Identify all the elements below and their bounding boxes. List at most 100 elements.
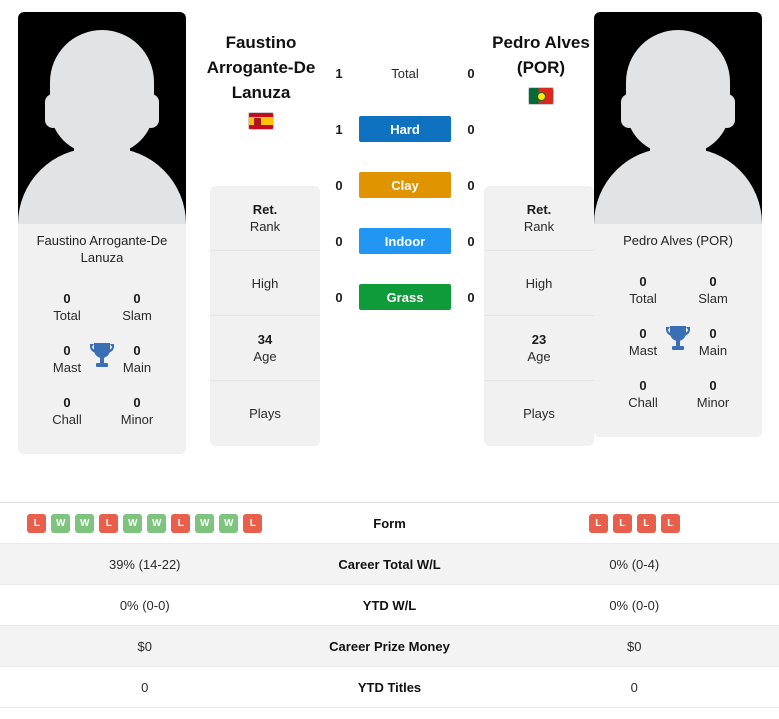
titles-cell-main: 0 Main xyxy=(108,342,166,376)
form-badge-loss[interactable]: L xyxy=(612,513,632,533)
titles-slam-label: Slam xyxy=(122,308,152,323)
form-badge-win[interactable]: W xyxy=(219,513,239,533)
titles-row-mast-main: 0 Mast 0 Main xyxy=(602,317,754,369)
surface-total-left-value: 1 xyxy=(335,65,343,81)
titles-cell-slam: 0 Slam xyxy=(684,273,742,307)
comparison-header-area: Faustino Arrogante-De Lanuza 0 Total 0 S… xyxy=(0,0,779,488)
surface-grass-label[interactable]: Grass xyxy=(359,284,451,310)
player-card-right: Pedro Alves (POR) 0 Total 0 Slam 0 Mast xyxy=(594,12,762,437)
info-cell-high-left: High xyxy=(210,251,320,316)
form-badge-loss[interactable]: L xyxy=(660,513,680,533)
titles-total-label: Total xyxy=(629,291,657,306)
trophy-icon xyxy=(664,323,692,358)
titles-cell-chall: 0 Chall xyxy=(614,377,672,411)
titles-cell-minor: 0 Minor xyxy=(684,377,742,411)
career-total-wl-right: 0% (0-4) xyxy=(609,556,660,572)
avatar-shoulders xyxy=(18,148,186,224)
ytd-titles-right: 0 xyxy=(630,679,638,695)
surface-grass-left-value: 0 xyxy=(335,289,343,305)
row-label-form: Form xyxy=(373,515,406,531)
titles-total-label: Total xyxy=(53,308,81,323)
titles-cell-main: 0 Main xyxy=(684,325,742,359)
player-header-left: Faustino Arrogante-De Lanuza xyxy=(186,30,336,130)
plays-label-left: Plays xyxy=(249,406,281,421)
form-badge-loss[interactable]: L xyxy=(27,513,47,533)
info-cell-age-right: 23 Age xyxy=(484,316,594,381)
form-badge-loss[interactable]: L xyxy=(99,513,119,533)
titles-grid-right: 0 Total 0 Slam 0 Mast 0 Main 0 Chall 0 M… xyxy=(594,259,762,437)
avatar-ear-left xyxy=(621,94,637,128)
form-badge-loss[interactable]: L xyxy=(171,513,191,533)
surface-total-right-value: 0 xyxy=(467,65,475,81)
player-header-right: Pedro Alves (POR) xyxy=(466,30,616,105)
titles-minor-label: Minor xyxy=(696,395,730,410)
player-name-left: Faustino Arrogante-De Lanuza xyxy=(206,33,316,102)
player-info-column-left: Ret. Rank High 34 Age Plays xyxy=(210,186,320,446)
surface-row-hard: 1 Hard 0 xyxy=(330,116,480,142)
surface-clay-right-value: 0 xyxy=(467,177,475,193)
form-badge-win[interactable]: W xyxy=(75,513,95,533)
titles-cell-total: 0 Total xyxy=(38,290,96,324)
surface-clay-label[interactable]: Clay xyxy=(359,172,451,198)
titles-chall-value: 0 xyxy=(639,378,647,393)
form-badge-loss[interactable]: L xyxy=(588,513,608,533)
surface-indoor-left-value: 0 xyxy=(335,233,343,249)
titles-row-chall-minor: 0 Chall 0 Minor xyxy=(26,386,178,438)
player-comparison-page: Faustino Arrogante-De Lanuza 0 Total 0 S… xyxy=(0,0,779,719)
form-badge-loss[interactable]: L xyxy=(243,513,263,533)
titles-row-chall-minor: 0 Chall 0 Minor xyxy=(602,369,754,421)
surface-row-grass: 0 Grass 0 xyxy=(330,284,480,310)
player-photo-right xyxy=(594,12,762,224)
table-row-career-prize-money: $0 Career Prize Money $0 xyxy=(0,626,779,667)
career-prize-money-left: $0 xyxy=(137,638,152,654)
titles-chall-value: 0 xyxy=(63,395,71,410)
stats-comparison-table: LWWLWWLWWL Form LLLL 39% (14-22) Career … xyxy=(0,502,779,708)
career-prize-money-right: $0 xyxy=(627,638,642,654)
surface-clay-left-value: 0 xyxy=(335,177,343,193)
row-label-ytd-wl: YTD W/L xyxy=(362,597,417,613)
form-badge-win[interactable]: W xyxy=(195,513,215,533)
career-total-wl-left: 39% (14-22) xyxy=(108,556,181,572)
age-value-right: 23 xyxy=(531,332,547,347)
form-badge-loss[interactable]: L xyxy=(636,513,656,533)
avatar-ear-right xyxy=(719,94,735,128)
surface-grass-right-value: 0 xyxy=(467,289,475,305)
plays-label-right: Plays xyxy=(523,406,555,421)
rank-value-left: Ret. xyxy=(252,202,278,217)
player-card-left: Faustino Arrogante-De Lanuza 0 Total 0 S… xyxy=(18,12,186,454)
titles-minor-value: 0 xyxy=(133,395,141,410)
titles-main-value: 0 xyxy=(133,343,141,358)
form-badge-win[interactable]: W xyxy=(123,513,143,533)
high-label-left: High xyxy=(251,275,279,291)
surface-hard-label[interactable]: Hard xyxy=(359,116,451,142)
titles-slam-label: Slam xyxy=(698,291,728,306)
avatar-shoulders xyxy=(594,148,762,224)
info-cell-plays-left: Plays xyxy=(210,381,320,446)
titles-cell-slam: 0 Slam xyxy=(108,290,166,324)
info-cell-plays-right: Plays xyxy=(484,381,594,446)
titles-cell-total: 0 Total xyxy=(614,273,672,307)
avatar-ear-left xyxy=(45,94,61,128)
avatar-ear-right xyxy=(143,94,159,128)
titles-main-label: Main xyxy=(698,343,728,358)
form-strip-right: LLLL xyxy=(500,513,770,533)
player-name-right: Pedro Alves (POR) xyxy=(492,33,590,77)
trophy-icon xyxy=(88,340,116,375)
surface-hard-right-value: 0 xyxy=(467,121,475,137)
flag-portugal-icon xyxy=(528,87,554,105)
age-label-left: Age xyxy=(253,349,277,364)
form-badge-win[interactable]: W xyxy=(51,513,71,533)
surface-indoor-right-value: 0 xyxy=(467,233,475,249)
form-badge-win[interactable]: W xyxy=(147,513,167,533)
titles-total-value: 0 xyxy=(639,274,647,289)
row-label-career-total-wl: Career Total W/L xyxy=(338,556,441,572)
table-row-form: LWWLWWLWWL Form LLLL xyxy=(0,503,779,544)
titles-main-value: 0 xyxy=(709,326,717,341)
ytd-wl-right: 0% (0-0) xyxy=(609,597,660,613)
surface-indoor-label[interactable]: Indoor xyxy=(359,228,451,254)
rank-label-right: Rank xyxy=(523,219,555,234)
info-cell-rank-left: Ret. Rank xyxy=(210,186,320,251)
titles-row-mast-main: 0 Mast 0 Main xyxy=(26,334,178,386)
ytd-wl-left: 0% (0-0) xyxy=(119,597,170,613)
player-photo-left xyxy=(18,12,186,224)
